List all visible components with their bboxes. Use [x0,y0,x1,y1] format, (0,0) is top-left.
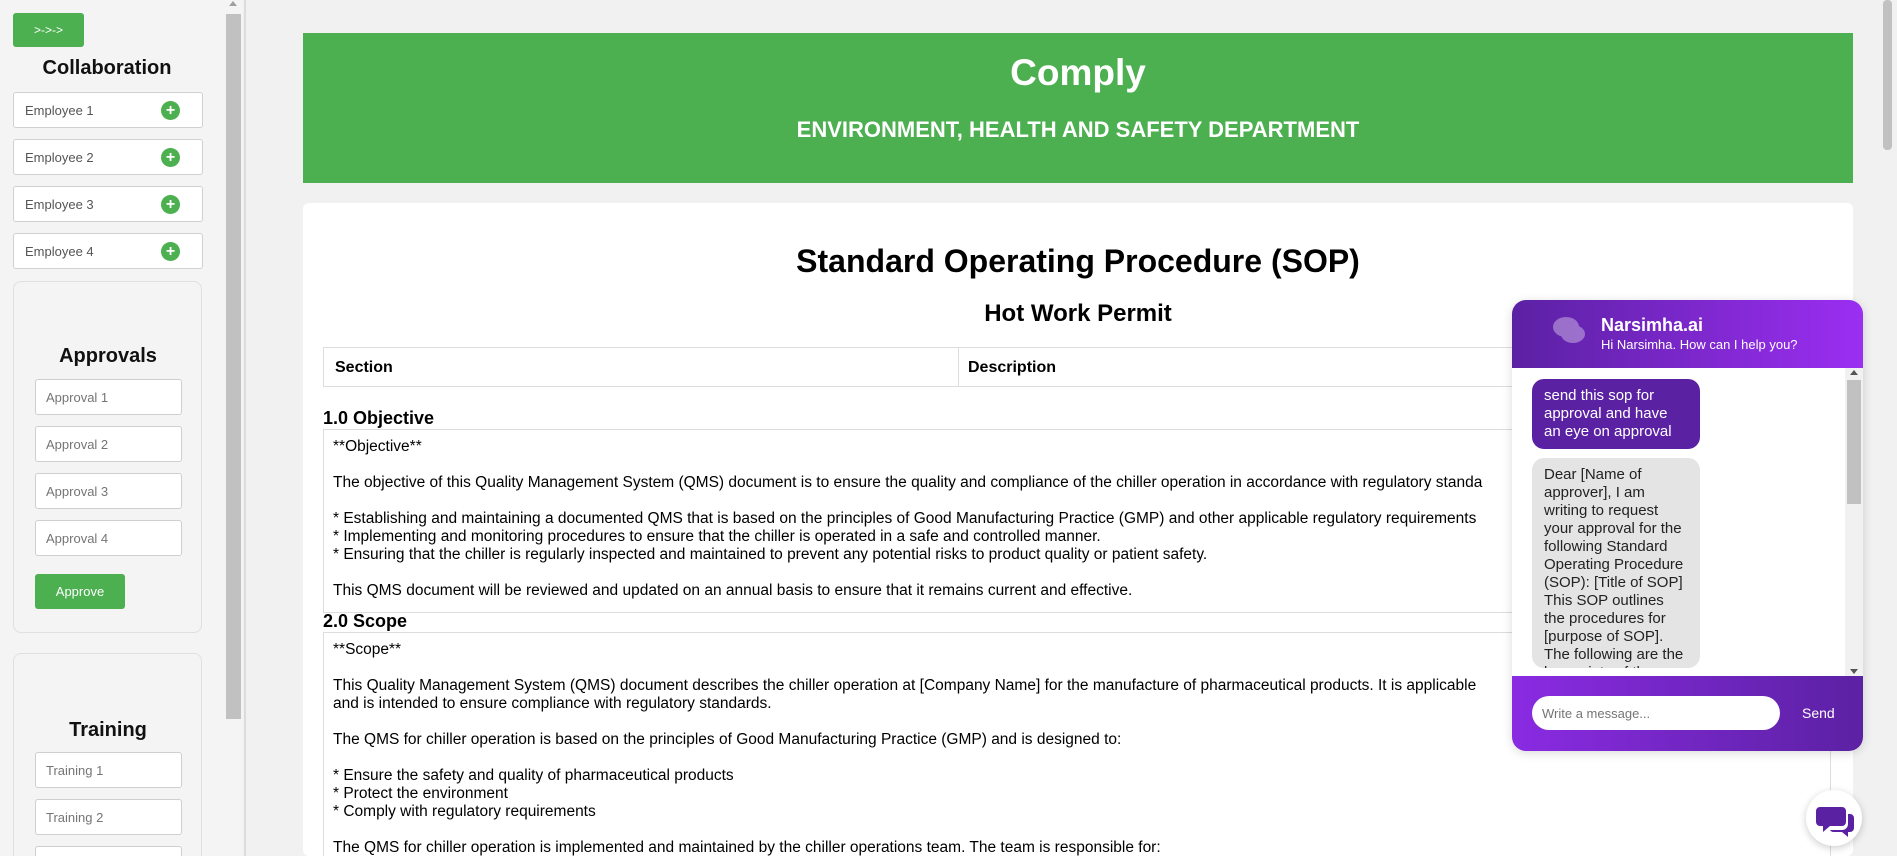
content-line: The QMS for chiller operation is impleme… [333,839,1161,856]
chat-greeting: Hi Narsimha. How can I help you? [1601,337,1798,352]
chat-header: Narsimha.ai Hi Narsimha. How can I help … [1512,300,1863,368]
user-message: send this sop for approval and have an e… [1532,379,1700,449]
employee-item[interactable]: Employee 2 + [13,139,203,175]
section-heading-objective: 1.0 Objective [323,408,435,428]
plus-circle-icon[interactable]: + [161,242,180,261]
training-1-input[interactable] [35,752,182,788]
scroll-down-icon[interactable] [1850,669,1858,674]
approval-3-input[interactable] [35,473,182,509]
plus-circle-icon[interactable]: + [161,101,180,120]
sidebar-scrollbar[interactable] [224,0,243,856]
training-panel: Training [13,653,202,856]
document-title: Standard Operating Procedure (SOP) [796,243,1360,279]
employee-label: Employee 1 [25,103,94,118]
approval-1-input[interactable] [35,379,182,415]
column-header-description: Description [968,359,1057,376]
send-button[interactable]: Send [1802,705,1835,721]
content-line: * Protect the environment [333,785,508,802]
approvals-title: Approvals [59,345,157,367]
content-line: * Ensure the safety and quality of pharm… [333,767,734,784]
chat-message-input[interactable] [1532,696,1780,730]
content-line: * Comply with regulatory requirements [333,803,596,820]
approvals-panel: Approvals Approve [13,281,202,633]
sidebar-divider [244,0,246,856]
department-title: ENVIRONMENT, HEALTH AND SAFETY DEPARTMEN… [796,117,1360,142]
employee-item[interactable]: Employee 3 + [13,186,203,222]
chat-scroll-thumb[interactable] [1847,380,1861,504]
approval-4-input[interactable] [35,520,182,556]
sidebar-toggle-button[interactable]: >->-> [13,13,84,47]
training-3-input[interactable] [35,846,182,856]
chat-scrollbar[interactable] [1845,368,1863,676]
content-line [333,821,1821,839]
employee-label: Employee 4 [25,244,94,259]
section-heading-scope: 2.0 Scope [323,611,408,631]
chat-bot-name: Narsimha.ai [1601,315,1704,335]
chat-widget: Narsimha.ai Hi Narsimha. How can I help … [1512,300,1863,751]
app-title: Comply [1010,52,1146,93]
bot-message: Dear [Name of approver], I am writing to… [1532,458,1700,668]
chat-messages: send this sop for approval and have an e… [1512,368,1863,676]
sidebar: >->-> Collaboration Employee 1 + Employe… [0,0,224,856]
approve-button[interactable]: Approve [35,574,125,609]
chat-bubbles-icon [1816,807,1854,837]
column-divider [958,348,959,386]
header-banner: Comply ENVIRONMENT, HEALTH AND SAFETY DE… [303,33,1853,183]
employee-label: Employee 2 [25,150,94,165]
collaboration-title: Collaboration [42,57,172,79]
training-title: Training [69,719,147,741]
main-scrollbar[interactable] [1878,0,1897,856]
employee-item[interactable]: Employee 1 + [13,92,203,128]
column-header-section: Section [335,359,393,376]
approval-2-input[interactable] [35,426,182,462]
employee-label: Employee 3 [25,197,94,212]
plus-circle-icon[interactable]: + [161,195,180,214]
chat-logo-icon [1553,317,1585,343]
chat-launcher-button[interactable] [1806,790,1862,846]
plus-circle-icon[interactable]: + [161,148,180,167]
chat-footer: Send [1512,676,1863,751]
scroll-up-icon[interactable] [1850,370,1858,375]
employee-item[interactable]: Employee 4 + [13,233,203,269]
content-line [333,749,1821,767]
sidebar-scroll-thumb[interactable] [226,14,241,719]
main-scroll-thumb[interactable] [1883,0,1892,150]
training-2-input[interactable] [35,799,182,835]
scroll-up-icon[interactable] [229,1,237,6]
